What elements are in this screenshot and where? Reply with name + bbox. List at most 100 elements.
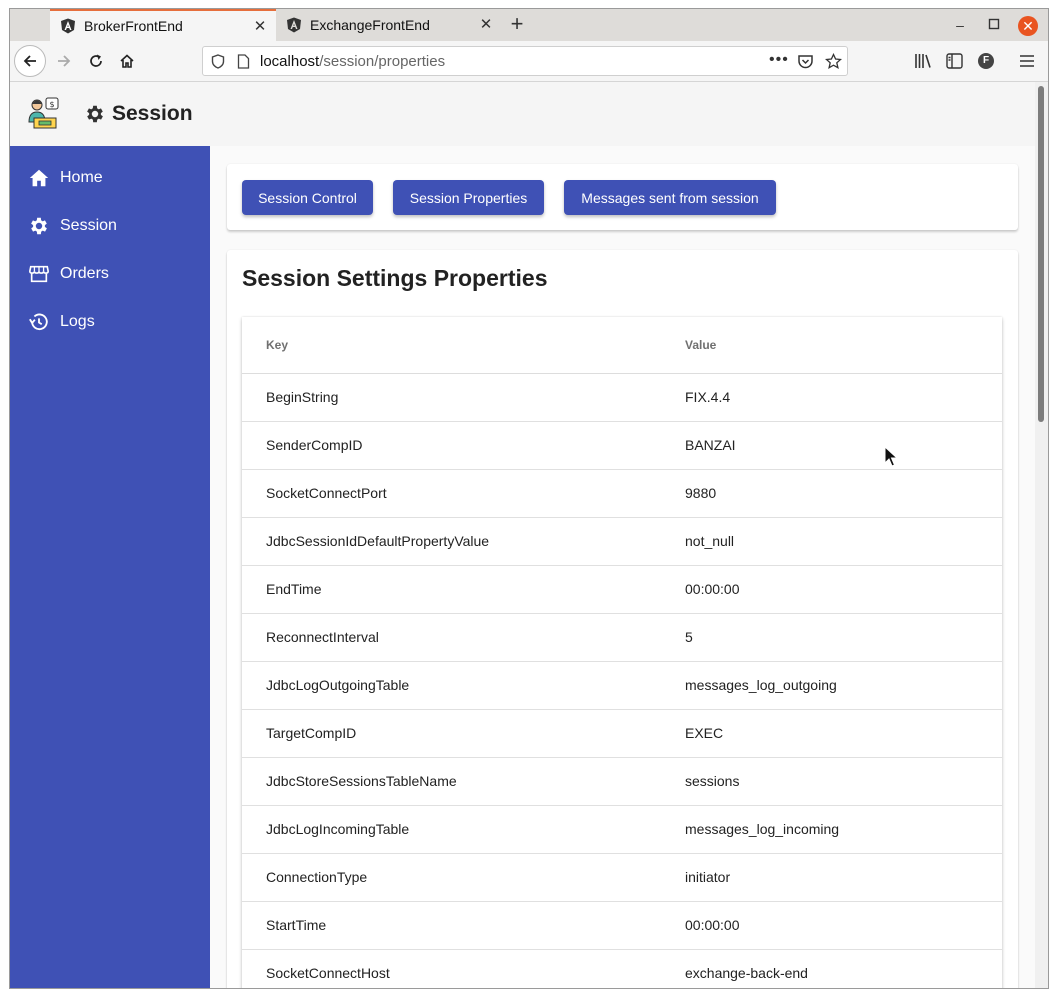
close-icon[interactable]: ✕ xyxy=(252,19,268,35)
section-title: Session Settings Properties xyxy=(242,265,548,291)
table-row: ReconnectInterval 5 xyxy=(242,614,1002,662)
property-value: initiator xyxy=(685,869,731,885)
property-key: SocketConnectHost xyxy=(266,965,390,981)
messages-sent-button[interactable]: Messages sent from session xyxy=(564,180,776,215)
property-value: 00:00:00 xyxy=(685,917,740,933)
history-icon xyxy=(29,313,48,331)
sidebar-item-label: Home xyxy=(60,169,103,186)
app-header: $ Session xyxy=(10,82,1035,146)
gear-icon xyxy=(31,217,47,235)
broker-logo: $ xyxy=(28,97,59,129)
table-row: JdbcStoreSessionsTableName sessions xyxy=(242,758,1002,806)
forward-button[interactable] xyxy=(50,47,78,75)
home-button[interactable] xyxy=(113,47,141,75)
table-row: TargetCompID EXEC xyxy=(242,710,1002,758)
session-control-button[interactable]: Session Control xyxy=(242,180,373,215)
account-icon[interactable]: F xyxy=(978,53,994,69)
sidebar-icon[interactable] xyxy=(946,53,963,69)
sidebar-item-orders[interactable]: Orders xyxy=(10,254,210,294)
property-value: EXEC xyxy=(685,725,724,741)
pocket-icon[interactable] xyxy=(797,53,814,70)
url-bar[interactable]: localhost/session/properties ••• xyxy=(202,46,848,76)
property-key: BeginString xyxy=(266,389,339,405)
scrollbar-thumb[interactable] xyxy=(1038,86,1044,422)
table-row: SocketConnectPort 9880 xyxy=(242,470,1002,518)
gear-icon xyxy=(87,105,103,123)
tab-broker[interactable]: BrokerFrontEnd ✕ xyxy=(50,9,276,41)
sidebar-item-logs[interactable]: Logs xyxy=(10,302,210,342)
property-key: JdbcLogOutgoingTable xyxy=(266,677,410,693)
maximize-icon[interactable] xyxy=(986,17,1002,33)
column-header-value[interactable]: Value xyxy=(685,338,716,352)
back-button[interactable] xyxy=(14,45,46,77)
sidebar-item-label: Session xyxy=(60,217,117,234)
property-key: EndTime xyxy=(266,581,322,597)
property-value: 9880 xyxy=(685,485,717,501)
property-key: JdbcStoreSessionsTableName xyxy=(266,773,457,789)
table-row: EndTime 00:00:00 xyxy=(242,566,1002,614)
more-icon[interactable]: ••• xyxy=(769,51,789,69)
svg-text:$: $ xyxy=(49,100,54,109)
url-text[interactable]: localhost/session/properties xyxy=(260,53,445,70)
property-value: 00:00:00 xyxy=(685,581,740,597)
property-value: messages_log_incoming xyxy=(685,821,840,837)
table-header: Key Value xyxy=(242,317,1002,374)
home-icon xyxy=(29,169,49,187)
property-key: SocketConnectPort xyxy=(266,485,387,501)
table-row: ConnectionType initiator xyxy=(242,854,1002,902)
property-key: StartTime xyxy=(266,917,327,933)
arrow-left-icon xyxy=(23,55,36,67)
url-host: localhost xyxy=(260,53,320,70)
property-value: FIX.4.4 xyxy=(685,389,731,405)
reload-button[interactable] xyxy=(82,47,110,75)
property-value: not_null xyxy=(685,533,735,549)
session-actions-card: Session Control Session Properties Messa… xyxy=(227,164,1018,230)
reload-icon xyxy=(90,54,102,67)
sidebar-item-session[interactable]: Session xyxy=(10,206,210,246)
browser-window: BrokerFrontEnd ✕ ExchangeFrontEnd ✕ + – … xyxy=(9,8,1049,989)
property-value: 5 xyxy=(685,629,693,645)
sidebar-item-label: Orders xyxy=(60,265,109,282)
close-icon[interactable]: ✕ xyxy=(478,17,494,33)
table-row: BeginString FIX.4.4 xyxy=(242,374,1002,422)
angular-icon xyxy=(61,18,75,34)
url-path: /session/properties xyxy=(319,53,446,70)
new-tab-icon[interactable]: + xyxy=(506,13,528,35)
column-header-key[interactable]: Key xyxy=(266,338,288,352)
table-row: JdbcLogOutgoingTable messages_log_outgoin… xyxy=(242,662,1002,710)
page-content: $ Session Home Session Orders Logs Sessi… xyxy=(10,82,1035,988)
minimize-icon[interactable]: – xyxy=(952,17,968,33)
shield-icon[interactable] xyxy=(211,54,225,69)
sidebar-item-home[interactable]: Home xyxy=(10,158,210,198)
property-value: messages_log_outgoing xyxy=(685,677,837,693)
tab-exchange[interactable]: ExchangeFrontEnd ✕ xyxy=(276,9,502,41)
property-value: BANZAI xyxy=(685,437,736,453)
window-close-icon[interactable]: ✕ xyxy=(1018,16,1038,36)
tab-title: ExchangeFrontEnd xyxy=(310,17,430,33)
table-row: SocketConnectHost exchange-back-end xyxy=(242,950,1002,988)
menu-icon[interactable] xyxy=(1019,54,1035,68)
table-row: JdbcLogIncomingTable messages_log_incomin… xyxy=(242,806,1002,854)
property-key: ReconnectInterval xyxy=(266,629,379,645)
property-value: exchange-back-end xyxy=(685,965,808,981)
star-icon[interactable] xyxy=(825,53,842,70)
page-title: Session xyxy=(112,102,193,125)
sidebar: Home Session Orders Logs xyxy=(10,146,210,988)
mouse-cursor-icon xyxy=(884,446,898,467)
property-key: ConnectionType xyxy=(266,869,368,885)
page-scrollbar[interactable] xyxy=(1035,82,1048,988)
property-value: sessions xyxy=(685,773,740,789)
store-icon xyxy=(29,265,49,283)
angular-icon xyxy=(287,17,301,33)
home-icon xyxy=(120,54,134,68)
tab-strip: BrokerFrontEnd ✕ ExchangeFrontEnd ✕ + – … xyxy=(10,9,1048,41)
session-properties-button[interactable]: Session Properties xyxy=(393,180,544,215)
navigation-bar: localhost/session/properties ••• F xyxy=(10,41,1048,82)
table-row: StartTime 00:00:00 xyxy=(242,902,1002,950)
table-row: JdbcSessionIdDefaultPropertyValue not_nul… xyxy=(242,518,1002,566)
sidebar-item-label: Logs xyxy=(60,313,95,330)
arrow-right-icon xyxy=(58,55,71,67)
tab-title: BrokerFrontEnd xyxy=(84,18,183,34)
properties-card: Session Settings Properties Key Value Be… xyxy=(227,250,1018,988)
library-icon[interactable] xyxy=(914,53,932,69)
